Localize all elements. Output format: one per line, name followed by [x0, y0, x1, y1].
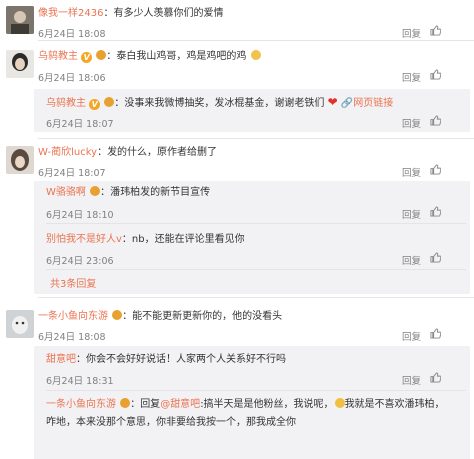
avatar[interactable]	[6, 6, 34, 34]
comment-separator: ：	[103, 8, 114, 19]
reply-author[interactable]: 甜意吧	[46, 354, 76, 365]
avatar[interactable]	[6, 146, 34, 174]
comment-time: 6月24日 18:07	[38, 168, 106, 179]
like-button[interactable]	[430, 69, 460, 82]
heart-icon: ❤	[327, 95, 338, 109]
comment-author[interactable]: 乌鸫教主	[38, 51, 78, 62]
reply-time: 6月24日 18:07	[46, 119, 114, 130]
reply-button[interactable]: 回复	[402, 70, 421, 84]
avatar-image	[6, 6, 34, 34]
emoji-icon	[90, 186, 101, 196]
comment-time: 6月24日 18:06	[38, 73, 106, 84]
emoji-icon	[112, 310, 123, 320]
reply-time: 6月24日 23:06	[46, 256, 114, 267]
reply-separator: ：	[114, 98, 125, 109]
web-link[interactable]: 网页链接	[353, 98, 393, 109]
reply-button[interactable]: 回复	[402, 329, 421, 343]
reply-author[interactable]: W骆骆啊	[46, 187, 86, 198]
like-button[interactable]	[430, 252, 460, 265]
comment-author[interactable]: 一条小鱼向东游	[38, 311, 108, 322]
comment-time: 6月24日 18:08	[38, 29, 106, 40]
comment-separator: ：	[122, 311, 133, 322]
comment-text: 发的什么，原作者给删了	[107, 147, 218, 158]
comment-time: 6月24日 18:08	[38, 332, 106, 343]
avatar-image	[6, 50, 34, 78]
reply-author[interactable]: 一条小鱼向东游	[46, 399, 116, 410]
verified-icon: V	[81, 52, 93, 63]
reply-separator: ：	[130, 399, 141, 410]
like-button[interactable]	[430, 164, 460, 177]
reply-author[interactable]: 别怕我不是好人v	[46, 234, 122, 245]
thumbs-up-icon	[430, 115, 442, 126]
comment-text: 泰白我山鸡哥，鸡是鸡吧的鸡	[116, 51, 247, 62]
reply-button[interactable]: 回复	[402, 253, 421, 267]
comment-text: 能不能更新更新你的，他的没看头	[132, 311, 283, 322]
reply-separator: ：	[76, 354, 86, 365]
like-button[interactable]	[430, 25, 460, 38]
reply-text: 没事来我微博抽奖，发冰棍基金，谢谢老铁们	[124, 98, 325, 109]
like-button[interactable]	[430, 372, 460, 385]
reply-separator: ：	[100, 187, 111, 198]
reply-time: 6月24日 18:31	[46, 376, 114, 387]
reply-separator: ：	[121, 234, 132, 245]
thumbs-up-icon	[430, 206, 442, 217]
comment-separator: ：	[106, 51, 117, 62]
thumbs-up-icon	[430, 69, 442, 80]
emoji-icon	[96, 50, 107, 60]
emoji-icon	[104, 97, 115, 107]
reply-time: 6月24日 18:10	[46, 210, 114, 221]
thumbs-up-icon	[430, 372, 442, 383]
dog-emoji-icon	[250, 50, 261, 60]
like-button[interactable]	[430, 206, 460, 219]
reply-button[interactable]: 回复	[402, 116, 421, 130]
reply-text: 回复	[140, 399, 161, 410]
avatar[interactable]	[6, 310, 34, 338]
avatar-image	[6, 146, 34, 174]
thumbs-up-icon	[430, 328, 442, 339]
comment-text: 有多少人羡慕你们的爱情	[113, 8, 224, 19]
reply-button[interactable]: 回复	[402, 165, 421, 179]
like-button[interactable]	[430, 328, 460, 341]
thumbs-up-icon	[430, 25, 442, 36]
verified-icon: V	[89, 99, 101, 110]
laugh-emoji-icon	[334, 398, 345, 408]
reply-text: nb，还能在评论里看见你	[131, 234, 245, 245]
avatar-image	[6, 310, 34, 338]
comment-author[interactable]: W-蔺欣lucky	[38, 147, 97, 158]
reply-text-2: :搞半天是是他粉丝，我说呢，	[200, 399, 334, 410]
thumbs-up-icon	[430, 252, 442, 263]
reply-button[interactable]: 回复	[402, 207, 421, 221]
thumbs-up-icon	[430, 164, 442, 175]
comment-author[interactable]: 像我一样2436	[38, 8, 103, 19]
like-button[interactable]	[430, 115, 460, 128]
comment-separator: ：	[97, 147, 108, 158]
reply-text: 你会不会好好说话！人家两个人关系好不行吗	[86, 354, 286, 365]
avatar[interactable]	[6, 50, 34, 78]
more-replies-link[interactable]: 共3条回复	[50, 278, 96, 292]
reply-button[interactable]: 回复	[402, 26, 421, 40]
mention-link[interactable]: @甜意吧	[160, 399, 200, 410]
reply-button[interactable]: 回复	[402, 373, 421, 387]
reply-text-3: 我就是不喜欢潘玮柏，	[344, 399, 445, 410]
reply-text-line2: 咋地，本来没那个意思，你非要给我按一个，那我成全你	[46, 417, 296, 428]
reply-text: 潘玮柏发的新节目宣传	[110, 187, 211, 198]
reply-author[interactable]: 乌鸫教主	[46, 98, 86, 109]
emoji-icon	[120, 398, 131, 408]
link-icon: 🔗	[340, 98, 354, 109]
